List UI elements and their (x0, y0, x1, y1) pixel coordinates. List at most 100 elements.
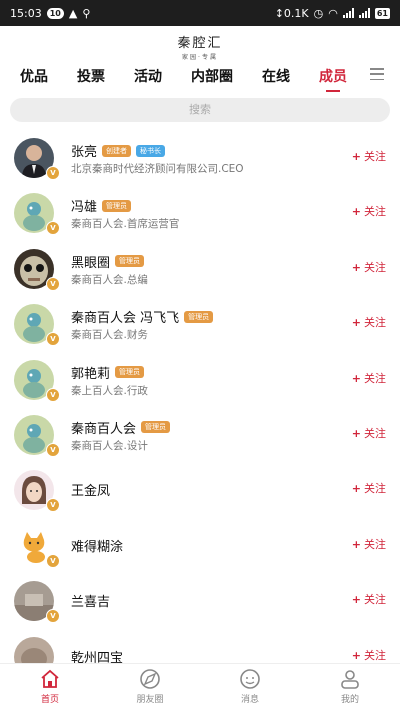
follow-button[interactable]: + 关注 (352, 203, 386, 219)
member-row[interactable]: V 秦商百人会 冯飞飞 管理员 秦商百人会.财务 + 关注 (0, 296, 400, 351)
plus-icon: + (351, 648, 361, 662)
bottom-nav: 首页 朋友圈 消息 我的 (0, 663, 400, 711)
member-row[interactable]: V 难得糊涂 + 关注 (0, 518, 400, 573)
tab-inner-circle[interactable]: 内部圈 (191, 66, 233, 86)
plus-icon: + (351, 150, 361, 163)
verified-icon: V (46, 221, 60, 236)
verified-icon: V (46, 609, 60, 624)
follow-button[interactable]: + 关注 (352, 148, 386, 164)
avatar[interactable]: V (14, 304, 60, 347)
alarm-icon: ◷ (313, 6, 324, 20)
nav-home[interactable]: 首页 (20, 668, 80, 705)
member-row[interactable]: V 冯雄 管理员 秦商百人会.首席运营官 + 关注 (0, 185, 400, 240)
search-input[interactable]: 搜索 (10, 98, 390, 122)
notification-count-badge: 10 (46, 7, 64, 19)
member-name: 兰喜吉 (71, 595, 111, 611)
member-row[interactable]: V 张亮 创建者 秘书长 北京秦商时代经济顾问有限公司.CEO + 关注 (0, 130, 400, 185)
verified-icon: V (46, 387, 60, 402)
nav-home-label: 首页 (40, 695, 59, 705)
role-badge: 管理员 (141, 421, 171, 434)
plus-icon: + (351, 482, 361, 496)
verified-icon: V (46, 332, 60, 347)
home-icon (41, 669, 59, 688)
android-icon: ▲ (68, 6, 78, 20)
member-name: 难得糊涂 (71, 539, 124, 555)
follow-button[interactable]: + 关注 (352, 314, 386, 330)
member-row[interactable]: V 秦商百人会 管理员 秦商百人会.设计 + 关注 (0, 407, 400, 462)
avatar[interactable]: V (14, 359, 60, 402)
profile-icon (341, 670, 359, 689)
member-name: 冯雄 (71, 200, 98, 216)
follow-button[interactable]: + 关注 (352, 647, 386, 663)
member-row[interactable]: V 王金凤 + 关注 (0, 462, 400, 517)
member-title: 秦商百人会.总编 (71, 273, 148, 286)
plus-icon: + (351, 316, 361, 330)
logo-subtitle: 家园·专属 (182, 54, 218, 61)
wifi-icon: ◠ (328, 6, 338, 20)
follow-button[interactable]: + 关注 (352, 591, 386, 607)
member-list: V 张亮 创建者 秘书长 北京秦商时代经济顾问有限公司.CEO + 关注 V 冯雄… (0, 130, 400, 684)
status-bar: 15:03 10 ▲ ⚲ ↕0.1K ◷ ◠ 61 (0, 0, 400, 26)
tab-activity[interactable]: 活动 (134, 66, 162, 86)
role-badge: 秘书长 (136, 144, 166, 157)
member-title: 北京秦商时代经济顾问有限公司.CEO (71, 163, 244, 175)
signal-icon-2 (358, 8, 370, 18)
member-row[interactable]: V 兰喜吉 + 关注 (0, 573, 400, 628)
avatar[interactable]: V (14, 138, 60, 180)
nav-messages-label: 消息 (240, 695, 259, 705)
avatar[interactable]: V (14, 525, 60, 568)
member-row[interactable]: V 郭艳莉 管理员 秦上百人会.行政 + 关注 (0, 352, 400, 407)
follow-button[interactable]: + 关注 (352, 370, 386, 386)
verified-icon: V (46, 442, 60, 457)
plus-icon: + (351, 426, 361, 440)
follow-button[interactable]: + 关注 (352, 425, 386, 441)
nav-profile[interactable]: 我的 (320, 668, 380, 705)
signal-icon (342, 8, 354, 18)
top-tab-bar: 优品 投票 活动 内部圈 在线 成员 (0, 62, 400, 90)
avatar[interactable]: V (14, 193, 60, 236)
usb-icon: ⚲ (82, 6, 91, 20)
avatar[interactable]: V (14, 470, 60, 513)
role-badge: 管理员 (102, 199, 132, 212)
verified-icon: V (46, 498, 60, 513)
tab-online[interactable]: 在线 (262, 66, 290, 86)
member-name: 王金凤 (71, 484, 111, 500)
app-logo: 秦腔汇 家园·专属 (0, 32, 400, 61)
tab-youpin[interactable]: 优品 (20, 66, 48, 86)
role-badge: 创建者 (102, 144, 132, 157)
role-badge: 管理员 (115, 255, 145, 268)
plus-icon: + (351, 260, 361, 274)
avatar[interactable]: V (14, 414, 60, 457)
tab-vote[interactable]: 投票 (77, 66, 105, 86)
member-title: 秦上百人会.行政 (71, 384, 148, 397)
role-badge: 管理员 (115, 366, 145, 379)
member-row[interactable]: V 黑眼圈 管理员 秦商百人会.总编 + 关注 (0, 241, 400, 296)
avatar[interactable]: V (14, 581, 60, 624)
plus-icon: + (351, 205, 361, 219)
verified-icon: V (46, 553, 60, 568)
nav-messages[interactable]: 消息 (220, 668, 280, 705)
plus-icon: + (351, 593, 361, 607)
member-name: 黑眼圈 (71, 255, 111, 271)
member-title: 秦商百人会.首席运营官 (71, 218, 180, 231)
logo-title: 秦腔汇 (177, 36, 223, 51)
compass-icon (140, 669, 160, 689)
tab-members[interactable]: 成员 (319, 66, 347, 86)
avatar[interactable]: V (14, 248, 60, 291)
follow-button[interactable]: + 关注 (352, 259, 386, 275)
follow-button[interactable]: + 关注 (352, 480, 386, 496)
follow-button[interactable]: + 关注 (352, 536, 386, 552)
nav-friends[interactable]: 朋友圈 (120, 668, 180, 705)
member-name: 郭艳莉 (71, 366, 111, 382)
member-name: 秦商百人会 (71, 421, 137, 437)
menu-icon[interactable] (370, 68, 384, 80)
plus-icon: + (351, 371, 361, 385)
member-title: 秦商百人会.设计 (71, 439, 148, 452)
status-time: 15:03 (10, 6, 42, 20)
nav-friends-label: 朋友圈 (136, 695, 164, 705)
verified-icon: V (46, 166, 60, 180)
network-speed: ↕0.1K (274, 6, 309, 20)
member-name: 秦商百人会 冯飞飞 (71, 311, 180, 327)
member-name: 张亮 (71, 145, 98, 160)
message-icon (240, 669, 260, 689)
